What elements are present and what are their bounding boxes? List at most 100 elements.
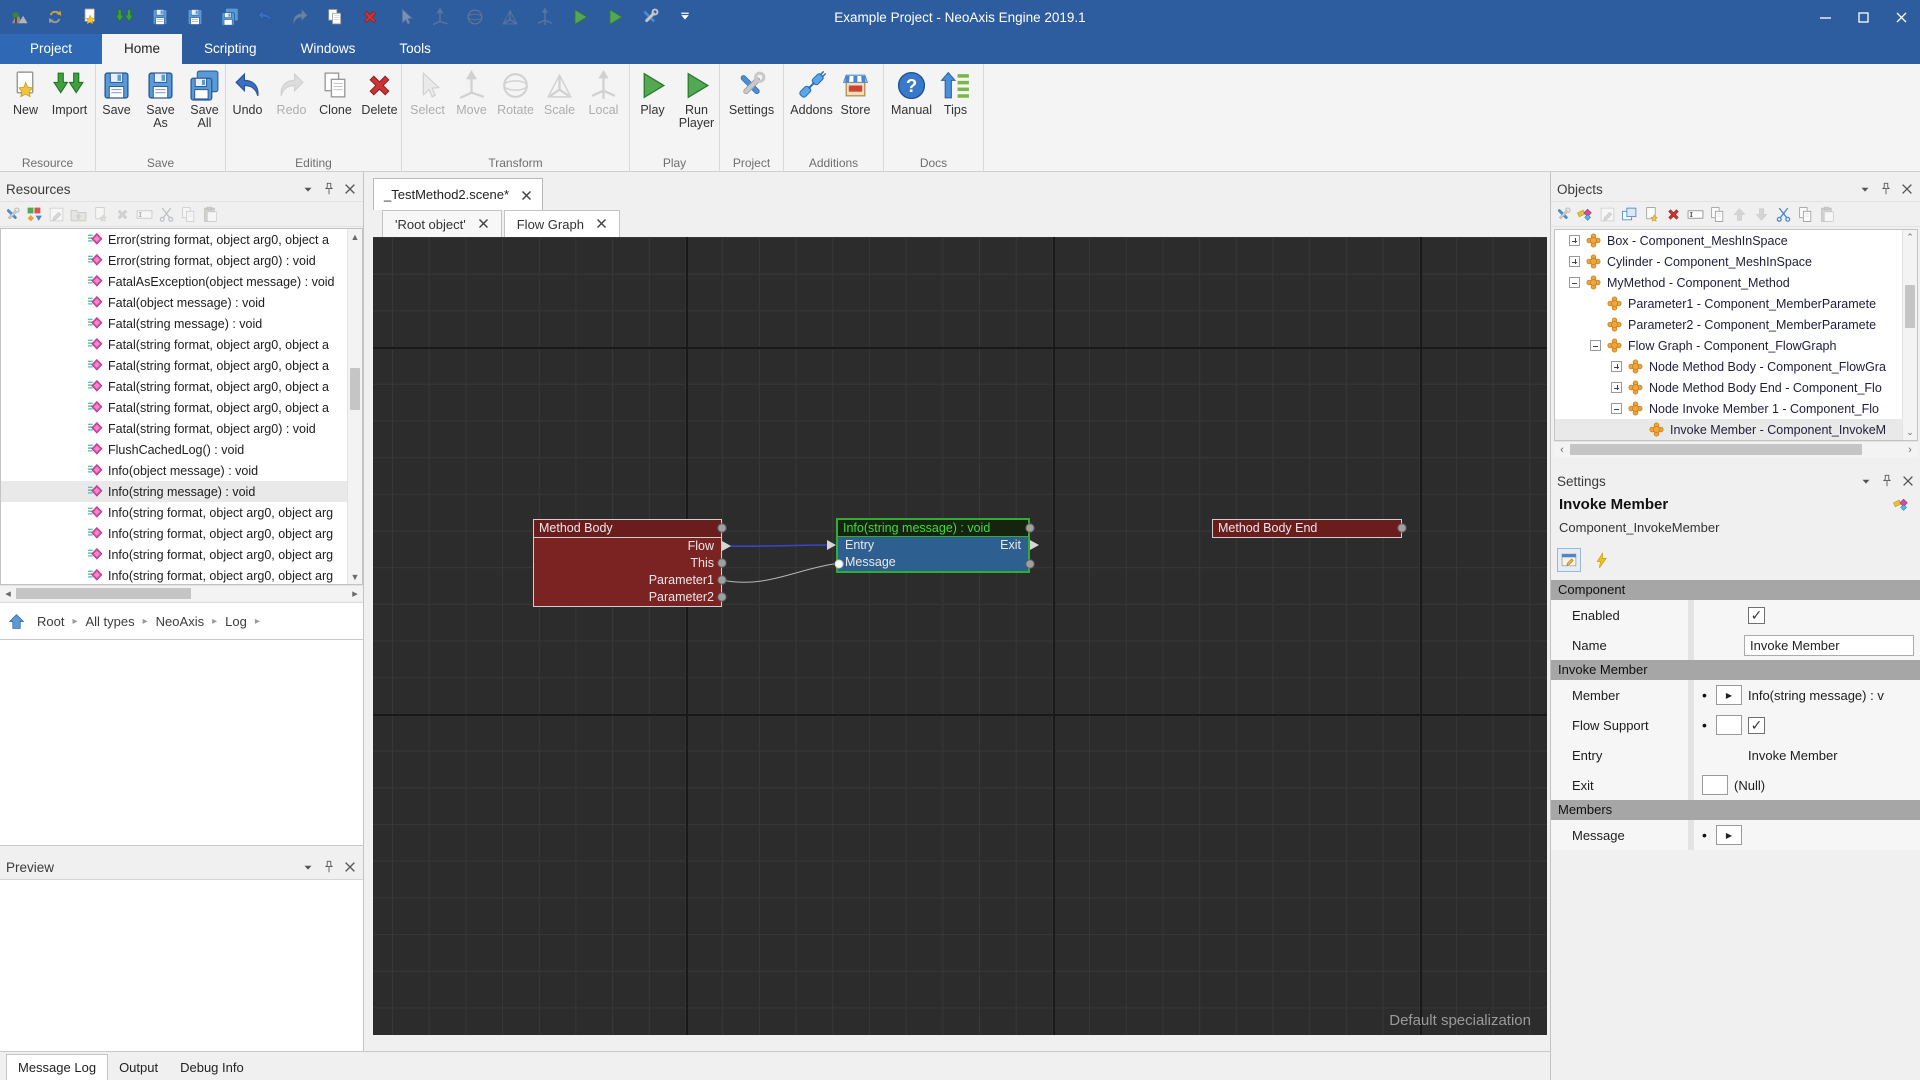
delete-icon[interactable] [1664,205,1683,224]
node-method-body[interactable]: Method Body Flow This Parameter1 Parameter2 [533,519,722,607]
collapse-icon[interactable] [1569,277,1580,288]
tips-button[interactable]: Tips [934,67,978,155]
expand-value-button[interactable]: ▶ [1716,685,1742,705]
close-icon[interactable] [478,217,489,232]
navigate-up-icon[interactable] [8,613,25,630]
expand-icon[interactable] [1569,235,1580,246]
paste-icon[interactable] [201,205,220,224]
undo-icon[interactable] [255,7,275,27]
minimize-button[interactable] [1806,0,1844,34]
redo-icon[interactable] [290,7,310,27]
pencil-icon[interactable] [1598,205,1617,224]
folderimport-icon[interactable] [69,205,88,224]
panel-menu-icon[interactable] [301,182,315,196]
resource-item[interactable]: Info(string format, object arg0, object … [1,502,362,523]
tree-item[interactable]: Parameter2 - Component_MemberParamete [1555,314,1917,335]
resources-vertical-scrollbar[interactable]: ▲ ▼ [347,229,362,584]
tree-item[interactable]: Box - Component_MeshInSpace [1555,230,1917,251]
resource-item[interactable]: Fatal(object message) : void [1,292,362,313]
arrup-icon[interactable] [1730,205,1749,224]
panel-close-icon[interactable] [1901,474,1915,488]
tree-item[interactable]: Parameter1 - Component_MemberParamete [1555,293,1917,314]
saveall-icon[interactable] [220,7,240,27]
rotate-icon[interactable] [465,7,485,27]
pin-exit[interactable]: Exit [1000,537,1021,554]
pencil-icon[interactable] [47,205,66,224]
shapes-icon[interactable] [25,205,44,224]
resource-item[interactable]: Info(object message) : void [1,460,362,481]
dock-tab-message-log[interactable]: Message Log [6,1054,109,1080]
resource-item[interactable]: Info(string format, object arg0, object … [1,544,362,565]
tree-item[interactable]: MyMethod - Component_Method [1555,272,1917,293]
scroll-right-arrow[interactable]: ▸ [347,586,363,602]
scroll-left-arrow[interactable]: ‹ [1554,442,1570,458]
close-button[interactable] [1882,0,1920,34]
save-icon[interactable] [150,7,170,27]
view-tab-flow-graph[interactable]: Flow Graph [503,210,620,237]
scroll-right-arrow[interactable]: › [1902,442,1918,458]
play-icon[interactable] [570,7,590,27]
collapse-icon[interactable] [1590,340,1601,351]
breadcrumb-item[interactable]: Root [35,614,66,629]
resource-item[interactable]: Fatal(string message) : void [1,313,362,334]
run-player-button[interactable]: Run Player [675,67,719,155]
manual-button[interactable]: ? Manual [890,67,934,155]
resource-item[interactable]: Fatal(string format, object arg0, object… [1,376,362,397]
save-as-button[interactable]: Save As [139,67,183,155]
close-icon[interactable] [521,189,532,201]
rename-icon[interactable] [135,205,154,224]
save-icon[interactable] [185,7,205,27]
events-mode-button[interactable] [1589,548,1613,572]
save-all-button[interactable]: Save All [183,67,227,155]
resource-item[interactable]: Fatal(string format, object arg0, object… [1,355,362,376]
reference-box[interactable] [1716,715,1742,735]
delete-icon[interactable] [360,7,380,27]
panel-menu-icon[interactable] [301,860,315,874]
paste-icon[interactable] [1818,205,1837,224]
collapse-icon[interactable] [1611,403,1622,414]
tree-item[interactable]: Node Method Body - Component_FlowGra [1555,356,1917,377]
store-button[interactable]: Store [834,67,878,155]
pin-flow[interactable]: Flow [534,538,721,555]
import-button[interactable]: Import [48,67,92,155]
settings-button[interactable]: Settings [729,67,774,155]
addons-button[interactable]: Addons [790,67,834,155]
move-icon[interactable] [430,7,450,27]
scissors-icon[interactable] [157,205,176,224]
play-button[interactable]: Play [631,67,675,155]
resource-item[interactable]: Info(string format, object arg0, object … [1,565,362,584]
objects-horizontal-scrollbar[interactable]: ‹ › [1554,441,1918,457]
clone-button[interactable]: Clone [314,67,358,155]
resource-item[interactable]: Fatal(string format, object arg0, object… [1,334,362,355]
play-icon[interactable] [605,7,625,27]
new-icon[interactable] [80,7,100,27]
dock-tab-debug-info[interactable]: Debug Info [169,1055,255,1080]
ribbon-tab-scripting[interactable]: Scripting [182,34,279,64]
breadcrumb-item[interactable]: Log [223,614,249,629]
panel-pin-icon[interactable] [322,182,336,196]
resource-item[interactable]: Fatal(string format, object arg0) : void [1,418,362,439]
panel-pin-icon[interactable] [322,860,336,874]
panel-menu-icon[interactable] [1858,182,1872,196]
ribbon-tab-windows[interactable]: Windows [279,34,378,64]
tree-item[interactable]: Node Invoke Member 1 - Component_Flo [1555,398,1917,419]
undo-button[interactable]: Undo [226,67,270,155]
tools-icon[interactable] [1554,205,1573,224]
resource-item[interactable]: Info(string format, object arg0, object … [1,523,362,544]
tree-item[interactable]: Invoke Member - Component_InvokeM [1555,419,1917,440]
new-button[interactable]: New [4,67,48,155]
node-method-body-end[interactable]: Method Body End [1212,519,1402,538]
panel-close-icon[interactable] [1900,182,1914,196]
scroll-up-arrow[interactable]: ⌃ [1903,230,1918,245]
pagestar-icon[interactable] [91,205,110,224]
breadcrumb-item[interactable]: NeoAxis [154,614,206,629]
xgray-icon[interactable] [113,205,132,224]
panel-pin-icon[interactable] [1880,474,1894,488]
enabled-checkbox[interactable]: ✓ [1748,606,1765,624]
pin-this[interactable]: This [534,555,721,572]
breadcrumb-item[interactable]: All types [84,614,137,629]
close-icon[interactable] [596,217,607,232]
arrdown-icon[interactable] [1752,205,1771,224]
scroll-up-arrow[interactable]: ▲ [348,229,363,244]
tree-item[interactable]: Flow Graph - Component_FlowGraph [1555,335,1917,356]
